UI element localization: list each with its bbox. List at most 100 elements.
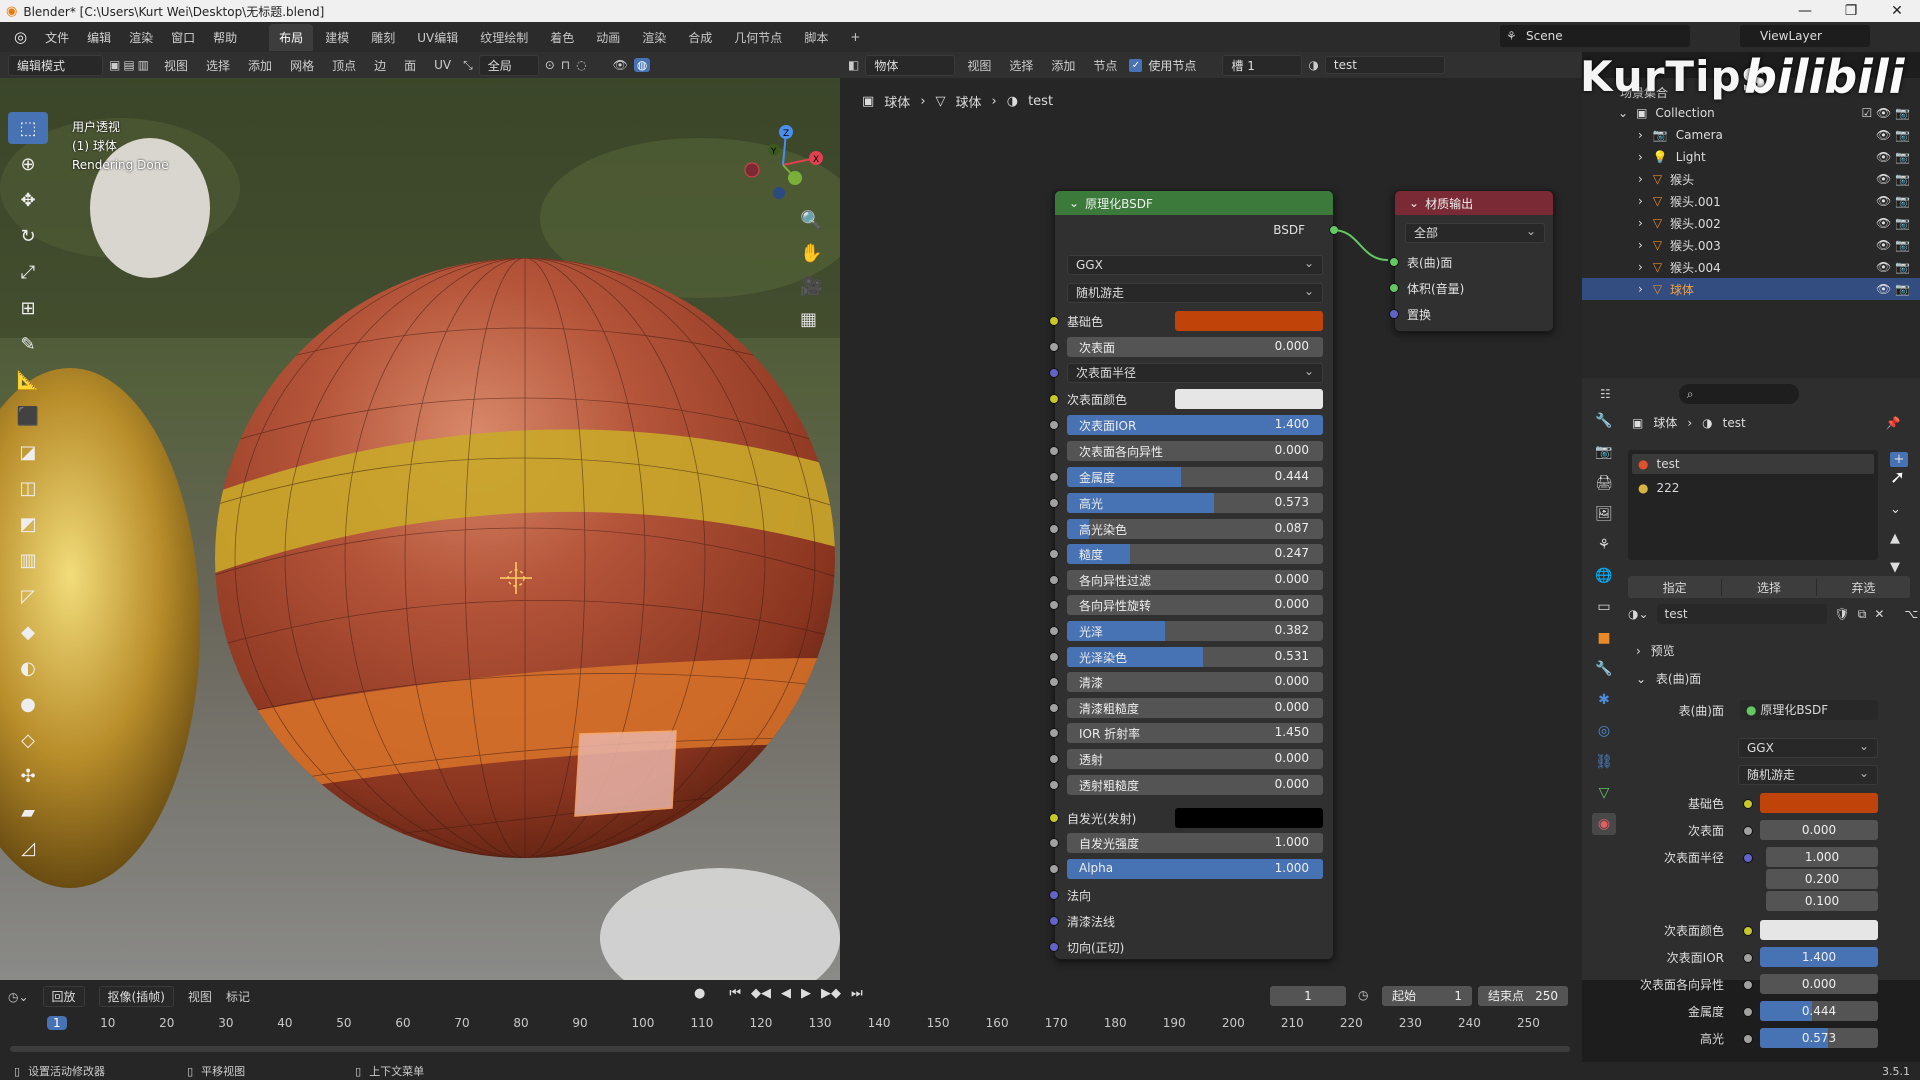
close-button[interactable]: ✕ <box>1874 0 1920 22</box>
annotate-tool-icon[interactable]: ✎ <box>8 328 48 360</box>
visibility-toggles[interactable]: 👁 📷 <box>1876 194 1910 208</box>
bsdf-input-socket[interactable] <box>1049 754 1059 764</box>
world-tab-icon[interactable]: 🌐 <box>1592 565 1616 587</box>
props-metallic-field[interactable]: 0.444 <box>1760 1001 1878 1021</box>
current-frame-field[interactable]: 1 <box>1270 986 1346 1006</box>
tab-sculpting[interactable]: 雕刻 <box>361 24 405 51</box>
add-slot-button[interactable]: + <box>1890 452 1908 467</box>
outliner-item[interactable]: › 💡 Light 👁 📷 <box>1582 146 1920 168</box>
material-browse-icon[interactable]: ◑⌄ <box>1628 607 1649 621</box>
menu-render[interactable]: 渲染 <box>121 26 161 49</box>
material-output-node[interactable]: ⌄ 材质输出 全部 表(曲)面 体积(音量) 置换 <box>1389 190 1554 332</box>
bsdf-input-socket[interactable] <box>1049 780 1059 790</box>
editor-type-icon[interactable]: ◷⌄ <box>8 990 29 1004</box>
scale-tool-icon[interactable]: ⤢ <box>8 256 48 288</box>
physics-tab-icon[interactable]: ◎ <box>1592 720 1616 742</box>
move-tool-icon[interactable]: ✥ <box>8 184 48 216</box>
visibility-icon[interactable]: 👁 <box>613 58 628 72</box>
node-menu-select[interactable]: 选择 <box>1003 55 1039 76</box>
bsdf-input-field[interactable]: 光泽染色 0.531 <box>1067 647 1323 667</box>
pivot-icon[interactable]: ⊙ <box>545 58 555 72</box>
tangent-socket[interactable] <box>1049 942 1059 952</box>
select-button[interactable]: 选择 <box>1722 578 1817 596</box>
play-icon[interactable]: ▶ <box>801 986 811 1001</box>
material-slot-list[interactable]: ● test ● 222 <box>1628 450 1878 560</box>
material-slot-selector[interactable]: 槽 1 <box>1222 54 1303 76</box>
emission-socket[interactable] <box>1049 813 1059 823</box>
props-subsurface-radius-y[interactable]: 0.200 <box>1766 869 1878 889</box>
material-name-field[interactable]: test <box>1324 56 1445 74</box>
menu-mesh[interactable]: 网格 <box>284 55 320 76</box>
transform-orientation-selector[interactable]: 全局 <box>478 54 539 76</box>
bsdf-input-field[interactable]: 透射粗糙度 0.000 <box>1067 775 1323 795</box>
node-header[interactable]: ⌄ 原理化BSDF <box>1055 191 1333 215</box>
fake-user-icon[interactable]: 🛡 <box>1835 607 1850 621</box>
displacement-input-socket[interactable] <box>1389 309 1399 319</box>
outliner-item[interactable]: › ▽ 猴头.003 👁 📷 <box>1582 234 1920 256</box>
tab-animation[interactable]: 动画 <box>586 24 630 51</box>
tab-texture-paint[interactable]: 纹理绘制 <box>470 24 538 51</box>
record-icon[interactable]: ● <box>694 986 705 1001</box>
menu-select[interactable]: 选择 <box>200 55 236 76</box>
constraint-tab-icon[interactable]: ⛓ <box>1592 751 1616 773</box>
base-color-socket[interactable] <box>1049 316 1059 326</box>
blender-menu-icon[interactable]: ◎ <box>6 28 35 46</box>
visibility-toggles[interactable]: 👁 📷 <box>1876 150 1910 164</box>
start-frame-field[interactable]: 起始 1 <box>1382 986 1472 1006</box>
particles-tab-icon[interactable]: ✱ <box>1592 689 1616 711</box>
tab-modeling[interactable]: 建模 <box>315 24 359 51</box>
move-down-icon[interactable]: ▼ <box>1890 560 1908 575</box>
scene-tab-icon[interactable]: ⚘ <box>1592 534 1616 556</box>
bsdf-input-field[interactable]: 各向异性过滤 0.000 <box>1067 570 1323 590</box>
jump-start-icon[interactable]: ⏮ <box>729 986 741 1001</box>
output-target-dropdown[interactable]: 全部 <box>1405 222 1545 243</box>
bsdf-input-socket[interactable] <box>1049 652 1059 662</box>
editor-type-icon[interactable]: ☷ <box>1600 387 1611 401</box>
visibility-toggles[interactable]: 👁 📷 <box>1876 282 1910 296</box>
camera-view-icon[interactable]: 🎥 <box>800 276 822 297</box>
transform-tool-icon[interactable]: ⊞ <box>8 292 48 324</box>
bsdf-input-field[interactable]: 高光染色 0.087 <box>1067 519 1323 539</box>
menu-edit[interactable]: 编辑 <box>79 26 119 49</box>
bsdf-input-field[interactable]: 糙度 0.247 <box>1067 544 1323 564</box>
bsdf-input-socket[interactable] <box>1049 524 1059 534</box>
bsdf-input-field[interactable]: 次表面各向异性 0.000 <box>1067 441 1323 461</box>
base-color-swatch[interactable] <box>1175 311 1323 331</box>
bsdf-input-socket[interactable] <box>1049 575 1059 585</box>
expand-chevron-icon[interactable]: › <box>1638 194 1643 208</box>
select-mode-icons[interactable]: ▣▤▥ <box>109 58 152 72</box>
bsdf-input-field[interactable]: 清漆 0.000 <box>1067 672 1323 692</box>
knife-tool-icon[interactable]: ◸ <box>8 580 48 612</box>
bevel-tool-icon[interactable]: ◩ <box>8 508 48 540</box>
measure-tool-icon[interactable]: 📐 <box>8 364 48 396</box>
props-subsurface-radius-z[interactable]: 0.100 <box>1766 891 1878 911</box>
props-metallic-socket[interactable] <box>1743 1007 1753 1017</box>
emission-strength-socket[interactable] <box>1049 838 1059 848</box>
duplicate-icon[interactable]: ⧉ <box>1858 607 1867 622</box>
tab-compositing[interactable]: 合成 <box>678 24 722 51</box>
subsurface-method-dropdown[interactable]: 随机游走 <box>1067 282 1323 303</box>
surface-input-socket[interactable] <box>1389 257 1399 267</box>
props-specular-field[interactable]: 0.573 <box>1760 1028 1878 1048</box>
emission-color-swatch[interactable] <box>1175 808 1323 828</box>
visibility-toggles[interactable]: 👁 📷 <box>1876 238 1910 252</box>
subsurface-radius-dropdown[interactable]: 次表面半径 <box>1067 362 1323 383</box>
deselect-button[interactable]: 弃选 <box>1817 579 1910 596</box>
pan-hand-icon[interactable]: ✋ <box>800 243 822 264</box>
menu-add[interactable]: 添加 <box>242 55 278 76</box>
material-name-field[interactable]: test <box>1656 604 1827 624</box>
menu-vertex[interactable]: 顶点 <box>326 55 362 76</box>
spin-tool-icon[interactable]: ◐ <box>8 652 48 684</box>
props-subsurface-radius-x[interactable]: 1.000 <box>1766 847 1878 867</box>
render-tab-icon[interactable]: 📷 <box>1592 441 1616 463</box>
props-subsurface-method-dropdown[interactable]: 随机游走 <box>1738 764 1878 785</box>
subsurface-radius-socket[interactable] <box>1049 368 1059 378</box>
outliner-item[interactable]: › 📷 Camera 👁 📷 <box>1582 124 1920 146</box>
jump-end-icon[interactable]: ⏭ <box>851 986 863 1001</box>
shader-type-selector[interactable]: 物体 <box>865 54 956 76</box>
node-menu-view[interactable]: 视图 <box>961 55 997 76</box>
bsdf-input-field[interactable]: 次表面IOR 1.400 <box>1067 415 1323 435</box>
bsdf-input-socket[interactable] <box>1049 446 1059 456</box>
menu-window[interactable]: 窗口 <box>163 26 203 49</box>
mode-selector[interactable]: 编辑模式 <box>8 54 103 76</box>
